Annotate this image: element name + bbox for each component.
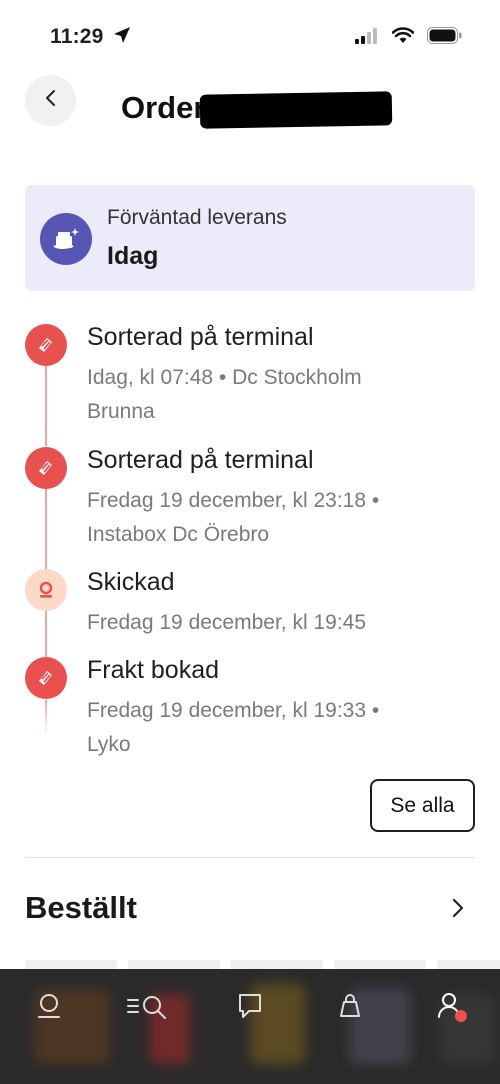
timeline-item-title: Sorterad på terminal — [87, 323, 314, 351]
tab-home[interactable] — [24, 983, 74, 1033]
timeline-connector — [45, 700, 47, 736]
cellular-signal-icon — [355, 27, 379, 49]
timeline-connector — [45, 609, 47, 657]
status-bar: 11:29 — [0, 0, 500, 72]
chat-bubble-icon — [237, 992, 263, 1025]
battery-icon — [427, 27, 462, 49]
shopping-bag-icon — [337, 992, 363, 1025]
delivery-value: Idag — [107, 242, 159, 270]
chevron-right-icon[interactable] — [450, 896, 466, 925]
section-divider — [25, 857, 475, 858]
tab-search[interactable] — [123, 983, 173, 1033]
see-all-button[interactable]: Se alla — [370, 779, 475, 832]
wifi-icon — [391, 27, 415, 49]
timeline-connector — [45, 366, 47, 446]
timeline-item-title: Sorterad på terminal — [87, 446, 314, 474]
ordered-section-title[interactable]: Beställt — [25, 890, 137, 926]
expected-delivery-card: Förväntad leverans Idag — [25, 185, 475, 291]
search-list-icon — [126, 992, 170, 1025]
status-time: 11:29 — [50, 25, 104, 48]
timeline-item-title: Frakt bokad — [87, 656, 220, 684]
timeline-connector — [45, 489, 47, 569]
parcel-stamp-icon — [25, 447, 67, 489]
timeline-item-subtitle: Fredag 19 december, kl 19:45 — [87, 611, 367, 634]
location-arrow-icon — [112, 25, 132, 50]
bottom-tab-bar — [0, 969, 500, 1084]
delivery-label: Förväntad leverans — [107, 206, 287, 229]
timeline-item-subtitle: Fredag 19 december, kl 19:33 • Lyko — [87, 699, 380, 756]
status-indicators — [355, 27, 462, 49]
tab-messages[interactable] — [225, 983, 275, 1033]
tab-cart[interactable] — [325, 983, 375, 1033]
chevron-left-icon — [44, 89, 58, 112]
home-icon — [36, 992, 62, 1025]
sent-pin-icon — [25, 569, 67, 611]
parcel-stamp-icon — [25, 324, 67, 366]
notification-badge — [455, 1010, 467, 1022]
tab-profile[interactable] — [424, 983, 474, 1033]
timeline-item-subtitle: Idag, kl 07:48 • Dc Stockholm Brunna — [87, 366, 362, 423]
page-title: Order — [121, 90, 206, 125]
redacted-order-number — [199, 91, 393, 129]
sparkle-box-icon — [40, 213, 92, 265]
parcel-stamp-icon — [25, 657, 67, 699]
back-button[interactable] — [25, 75, 76, 126]
timeline-item-subtitle: Fredag 19 december, kl 23:18 • Instabox … — [87, 489, 380, 546]
timeline-item-title: Skickad — [87, 568, 175, 596]
